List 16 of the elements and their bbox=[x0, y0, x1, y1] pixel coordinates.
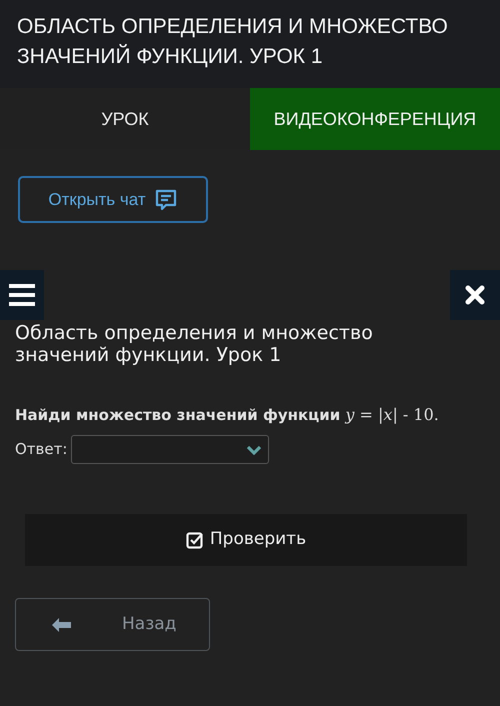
menu-button[interactable] bbox=[0, 270, 44, 320]
lesson-heading: Область определения и множество значений функции. Урок 1 bbox=[15, 322, 374, 366]
arrow-left-icon bbox=[52, 618, 71, 632]
chevron-down-icon bbox=[246, 444, 262, 454]
close-icon bbox=[465, 285, 485, 305]
tab[interactable]: ВИДЕОКОНФЕРЕНЦИЯ bbox=[250, 88, 500, 150]
close-button[interactable] bbox=[450, 270, 500, 320]
answer-label: Ответ: bbox=[15, 439, 68, 460]
menu-icon bbox=[9, 284, 35, 306]
question-text: Найди множество значений функции y = |x| - 10. bbox=[15, 404, 440, 426]
checkbox-icon bbox=[186, 531, 204, 549]
check-button[interactable]: Проверить bbox=[25, 514, 467, 566]
back-button[interactable]: Назад bbox=[15, 598, 210, 651]
chat-icon bbox=[154, 188, 178, 212]
open-chat-button[interactable]: Открыть чат bbox=[18, 176, 208, 223]
page-title: ОБЛАСТЬ ОПРЕДЕЛЕНИЯ И МНОЖЕСТВО ЗНАЧЕНИЙ ФУНКЦИИ. УРОК 1 bbox=[17, 14, 449, 70]
